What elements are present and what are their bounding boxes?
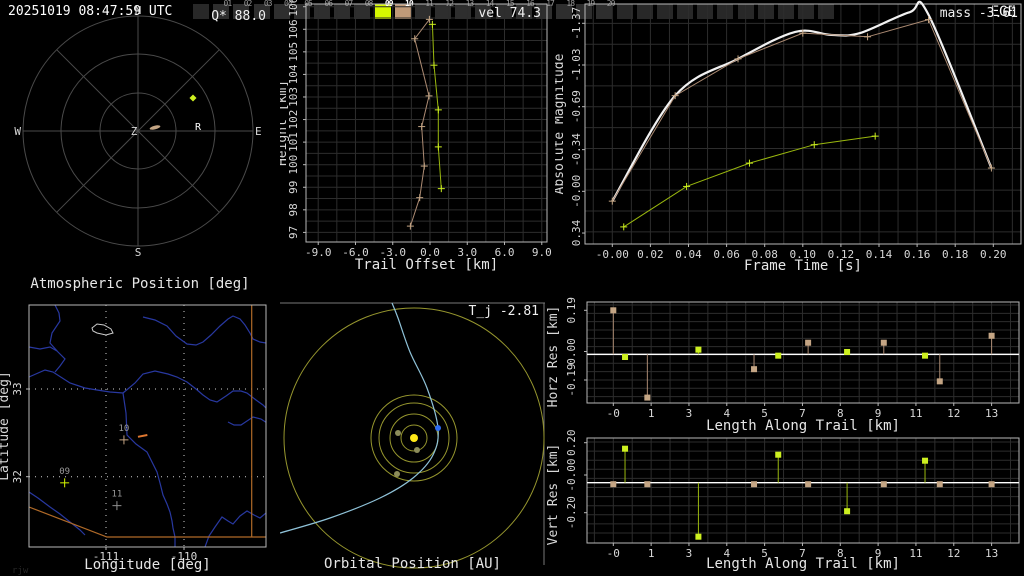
svg-text:0.20: 0.20 bbox=[565, 430, 578, 456]
svg-text:-1.03: -1.03 bbox=[570, 48, 583, 81]
svg-text:11: 11 bbox=[111, 490, 122, 500]
magnitude-xlabel: Frame Time [s] bbox=[743, 258, 862, 274]
vert-res-xlabel: Length Along Trail [km] bbox=[706, 556, 900, 572]
horz-res-plot: -0 1 3 4 5 7 8 9 11 12 130.190.00-0.19Horz Res [km… bbox=[546, 297, 1020, 420]
panel-orbit: T_j -2.81 Orbital Position [AU] bbox=[280, 295, 545, 576]
svg-text:Z: Z bbox=[131, 125, 138, 138]
svg-text:N: N bbox=[135, 4, 142, 17]
mass-value: mass -3.61 bbox=[939, 6, 1018, 21]
svg-text:-1.37: -1.37 bbox=[570, 7, 583, 40]
orbit-plot bbox=[280, 302, 545, 569]
svg-text:33: 33 bbox=[11, 382, 24, 395]
panel-ground-map: 10 09 11 -111 -110 33 32 Latitude [deg] rjw Long… bbox=[0, 295, 280, 576]
atmospheric-position-plot: N S E W Z R bbox=[14, 4, 262, 259]
svg-text:Height [km]: Height [km] bbox=[280, 80, 290, 166]
svg-text:S: S bbox=[135, 246, 142, 259]
svg-text:10: 10 bbox=[119, 424, 130, 434]
velocity-value: vel 74.3 bbox=[478, 6, 541, 21]
svg-text:-0.69: -0.69 bbox=[570, 90, 583, 123]
panel-trail-offset: -9.0 -6.0 -3.0 0.0 3.0 6.0 9.0 106 106 105 104 103 1… bbox=[280, 0, 555, 273]
svg-text:Latitude [deg]: Latitude [deg] bbox=[0, 371, 12, 481]
svg-text:0.34: 0.34 bbox=[570, 219, 583, 246]
tisserand-value: T_j -2.81 bbox=[468, 304, 539, 319]
svg-text:Vert Res [km]: Vert Res [km] bbox=[546, 444, 561, 546]
svg-text:-0.20: -0.20 bbox=[565, 496, 578, 529]
svg-text:32: 32 bbox=[11, 470, 24, 483]
q-star-value: Q* 88.0 bbox=[211, 9, 266, 24]
svg-text:E: E bbox=[255, 125, 262, 138]
ground-map-plot: 100911-111 -1103332Latitude [deg]rjw bbox=[0, 304, 267, 576]
trail-xlabel: Trail Offset [km] bbox=[354, 257, 499, 273]
panel-light-curve: -0.00 0.02 0.04 0.06 0.08 0.10 0.12 0.14 0.16 0.1… bbox=[555, 0, 1024, 274]
panel-atmospheric-position: N S E W Z R Q* 88.0 Atmospheric Position [deg… bbox=[0, 0, 280, 292]
panel-horz-res: -0 1 3 4 5 7 8 9 11 12 13 0.19 0.00 -0.19 Horz Res [km… bbox=[545, 295, 1024, 434]
orbit-title: Orbital Position [AU] bbox=[323, 556, 501, 572]
svg-text:106: 106 bbox=[287, 0, 300, 17]
atmospheric-title: Atmospheric Position [deg] bbox=[30, 276, 250, 292]
svg-text:rjw: rjw bbox=[12, 566, 29, 576]
svg-text:09: 09 bbox=[59, 467, 70, 477]
svg-text:Absolute Magnitude: Absolute Magnitude bbox=[555, 53, 567, 194]
svg-text:Horz Res [km]: Horz Res [km] bbox=[546, 306, 561, 408]
svg-text:0.19: 0.19 bbox=[565, 297, 578, 324]
svg-text:R: R bbox=[195, 122, 202, 133]
map-xlabel: Longitude [deg] bbox=[84, 557, 211, 573]
svg-text:106: 106 bbox=[287, 19, 300, 39]
panel-vert-res: -0 1 3 4 5 7 8 9 11 12 13 0.20 -0.00 -0.20 Vert Res [k… bbox=[545, 430, 1024, 576]
light-curve-plot: -0.00 0.02 0.04 0.06 0.08 0.10 0.12 0.14 0.16 0.1… bbox=[555, 0, 1022, 261]
svg-text:-0.00: -0.00 bbox=[565, 458, 578, 491]
svg-text:-0.19: -0.19 bbox=[565, 363, 578, 396]
svg-text:W: W bbox=[14, 125, 21, 138]
svg-text:98: 98 bbox=[287, 203, 300, 216]
svg-text:99: 99 bbox=[287, 181, 300, 194]
svg-text:97: 97 bbox=[287, 226, 300, 239]
svg-text:-0.34: -0.34 bbox=[570, 133, 583, 166]
svg-text:-0.00: -0.00 bbox=[570, 175, 583, 208]
trail-offset-plot: -9.0 -6.0 -3.0 0.0 3.0 6.0 9.01061061051041031… bbox=[280, 0, 552, 259]
app-window: 20251019 08:47:59 UTC 01 02 03 04 05 06 07 08 09… bbox=[0, 0, 1024, 576]
svg-text:0.00: 0.00 bbox=[565, 338, 578, 365]
vert-res-plot: -0 1 3 4 5 7 8 9 11 12 130.20-0.00-0.20Vert Res [k… bbox=[546, 430, 1020, 560]
svg-text:105: 105 bbox=[287, 42, 300, 62]
